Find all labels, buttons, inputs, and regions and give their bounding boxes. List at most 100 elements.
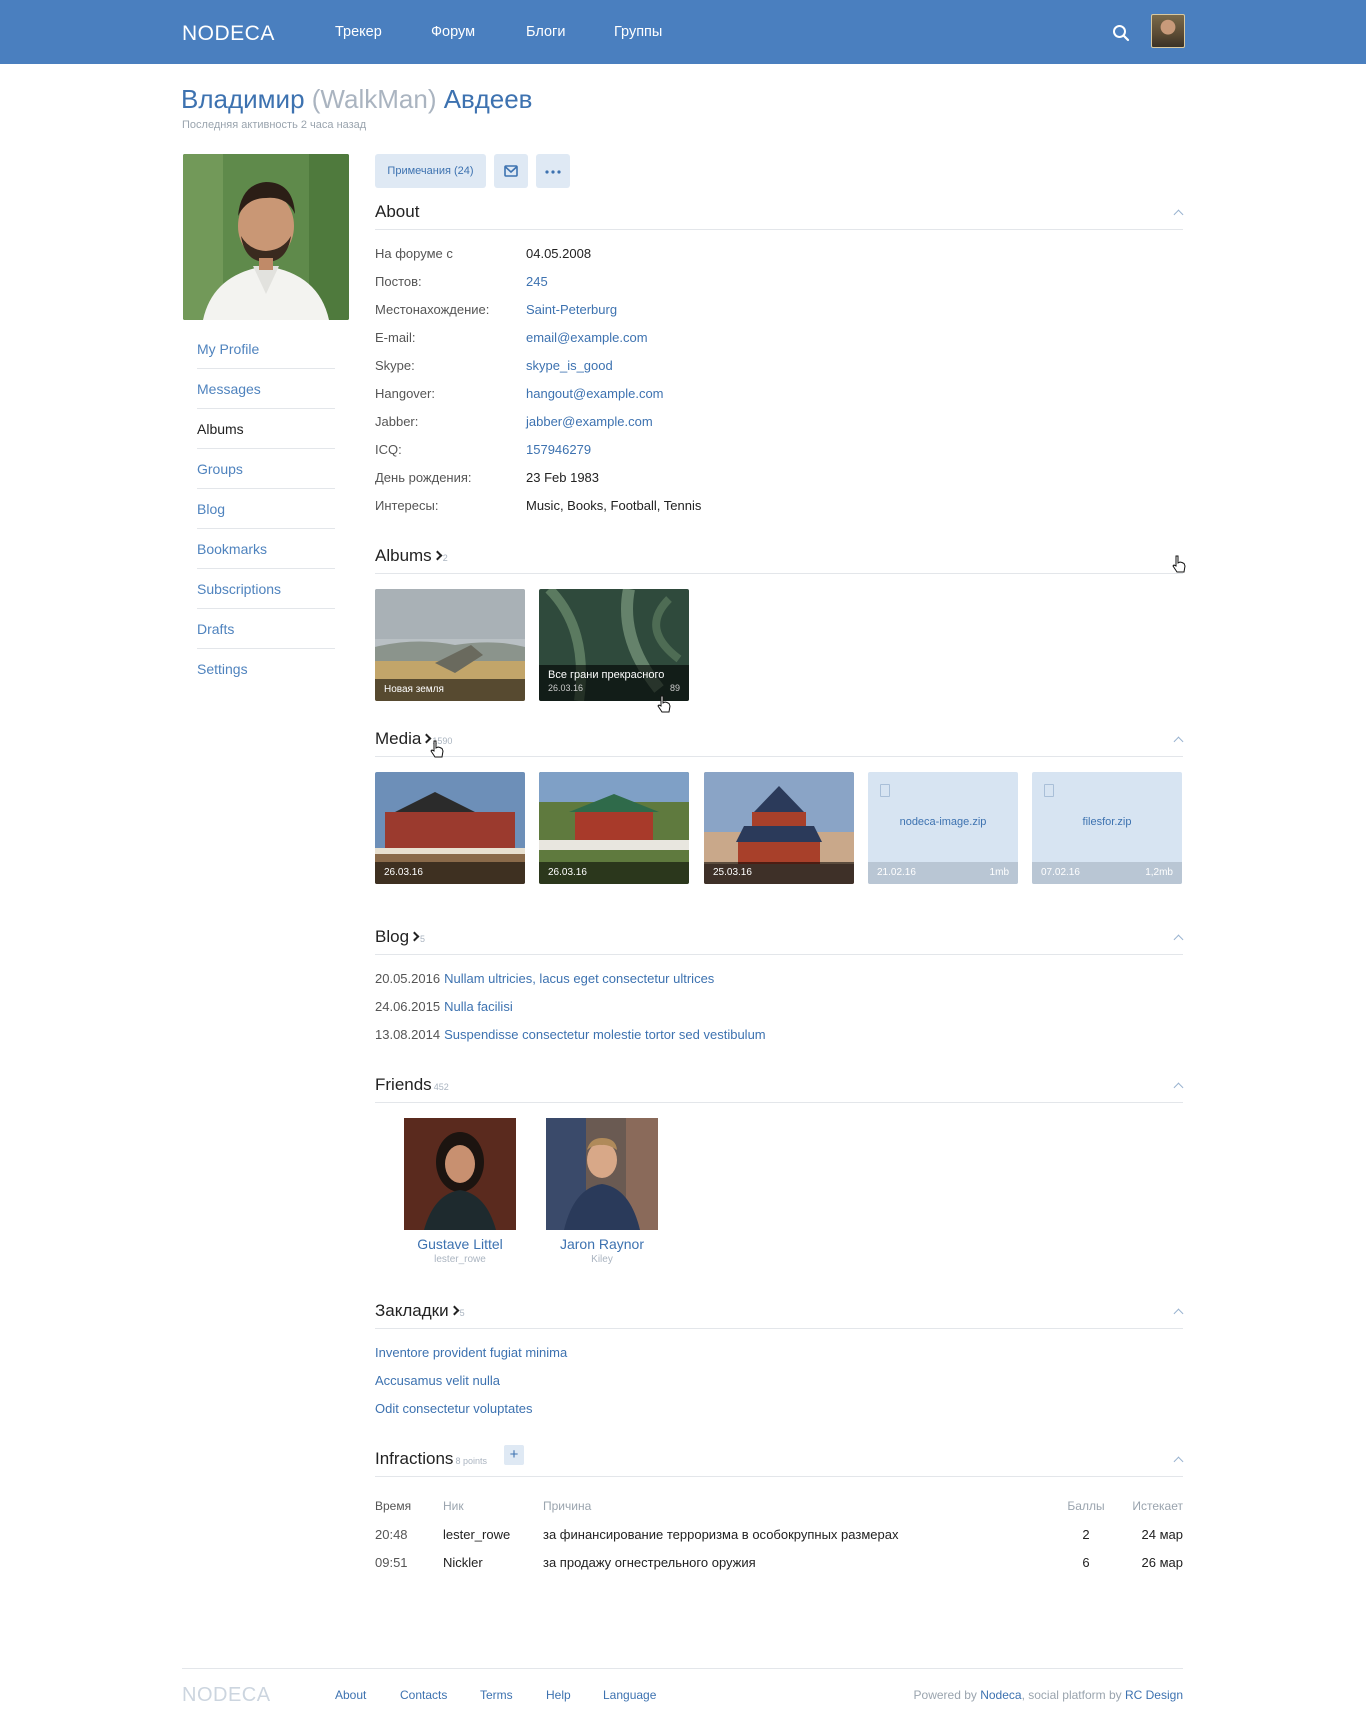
blog-post-row: 24.06.2015 Nulla facilisi [375, 999, 513, 1027]
site-logo[interactable]: NODECA [182, 22, 275, 46]
about-key: На форуме с [375, 246, 453, 261]
search-icon[interactable] [1112, 24, 1130, 42]
about-value-link[interactable]: jabber@example.com [526, 414, 653, 429]
table-header-row: Время Ник Причина Баллы Истекает [375, 1492, 1183, 1520]
more-button[interactable] [536, 154, 570, 188]
media-thumb[interactable]: 26.03.16 [375, 772, 525, 884]
sidebar-item-bookmarks[interactable]: Bookmarks [197, 529, 335, 569]
nav-tracker[interactable]: Трекер [335, 24, 382, 40]
add-infraction-button[interactable]: + [504, 1445, 524, 1465]
blog-post-link[interactable]: Nullam ultricies, lacus eget consectetur… [444, 971, 714, 986]
friend-card[interactable]: Gustave Littel lester_rowe [390, 1118, 530, 1265]
chevron-right-icon [409, 931, 420, 942]
sidebar-item-my-profile[interactable]: My Profile [197, 329, 335, 369]
about-key: Skype: [375, 358, 415, 373]
about-value-link[interactable]: Saint-Peterburg [526, 302, 617, 317]
profile-photo[interactable] [183, 154, 349, 320]
chevron-right-icon [432, 550, 443, 561]
friend-name[interactable]: Jaron Raynor [532, 1236, 672, 1252]
footer-logo[interactable]: NODECA [182, 1684, 271, 1707]
sidebar-item-groups[interactable]: Groups [197, 449, 335, 489]
collapse-about-icon[interactable] [1173, 208, 1183, 218]
blog-post-link[interactable]: Nulla facilisi [444, 999, 513, 1014]
nav-groups[interactable]: Группы [614, 24, 662, 40]
file-icon [1044, 784, 1054, 797]
file-date: 07.02.16 [1041, 867, 1080, 878]
nav-blogs[interactable]: Блоги [526, 24, 565, 40]
about-section-header: About [375, 200, 1183, 230]
bookmarks-title: Закладки [375, 1301, 449, 1320]
rc-design-link[interactable]: RC Design [1125, 1688, 1183, 1702]
message-button[interactable] [494, 154, 528, 188]
infractions-section-header: Infractions 8 points + [375, 1445, 1183, 1477]
footer-link-help[interactable]: Help [546, 1688, 571, 1702]
about-value-link[interactable]: 157946279 [526, 442, 591, 457]
footer-link-language[interactable]: Language [603, 1688, 656, 1702]
sidebar-item-settings[interactable]: Settings [197, 649, 335, 689]
sidebar-item-subscriptions[interactable]: Subscriptions [197, 569, 335, 609]
friend-name[interactable]: Gustave Littel [390, 1236, 530, 1252]
media-date: 26.03.16 [375, 862, 525, 884]
collapse-bookmarks-icon[interactable] [1173, 1307, 1183, 1317]
about-key: Постов: [375, 274, 422, 289]
collapse-blog-icon[interactable] [1173, 933, 1183, 943]
page-title: Владимир (WalkMan) Авдеев [181, 84, 532, 115]
user-avatar[interactable] [1151, 14, 1185, 48]
infractions-title-wrap: Infractions 8 points [375, 1449, 487, 1469]
blog-post-link[interactable]: Suspendisse consectetur molestie tortor … [444, 1027, 766, 1042]
sidebar-item-blog[interactable]: Blog [197, 489, 335, 529]
albums-title: Albums [375, 546, 432, 565]
album-thumb[interactable]: Новая земля [375, 589, 525, 701]
album-thumb[interactable]: Все грани прекрасного 26.03.16 89 [539, 589, 689, 701]
friend-avatar[interactable] [404, 1118, 516, 1230]
collapse-media-icon[interactable] [1173, 735, 1183, 745]
media-date: 25.03.16 [704, 862, 854, 884]
infraction-time: 09:51 [375, 1554, 408, 1570]
notes-button[interactable]: Примечания (24) [375, 154, 486, 188]
bookmarks-count: 5 [459, 1308, 465, 1318]
sidebar-item-albums[interactable]: Albums [197, 409, 335, 449]
about-value: 04.05.2008 [526, 246, 592, 261]
blog-post-row: 13.08.2014 Suspendisse consectetur molest… [375, 1027, 766, 1055]
collapse-friends-icon[interactable] [1173, 1081, 1183, 1091]
bookmark-link[interactable]: Inventore provident fugiat minima [375, 1345, 567, 1360]
media-thumb[interactable]: 25.03.16 [704, 772, 854, 884]
about-key: Hangover: [375, 386, 435, 401]
bookmarks-title-link[interactable]: Закладки 5 [375, 1301, 465, 1321]
friend-username: lester_rowe [434, 1254, 486, 1265]
blog-post-row: 20.05.2016 Nullam ultricies, lacus eget c… [375, 971, 714, 999]
friend-avatar[interactable] [546, 1118, 658, 1230]
media-thumb[interactable]: 26.03.16 [539, 772, 689, 884]
footer-link-terms[interactable]: Terms [480, 1688, 513, 1702]
about-value-link[interactable]: skype_is_good [526, 358, 613, 373]
collapse-infractions-icon[interactable] [1173, 1455, 1183, 1465]
about-value-link[interactable]: hangout@example.com [526, 386, 664, 401]
albums-title-link[interactable]: Albums 2 [375, 546, 448, 566]
blog-count: 5 [420, 934, 426, 944]
blog-title-link[interactable]: Blog 5 [375, 927, 425, 947]
nickname: (WalkMan) [311, 84, 437, 114]
infraction-nick-link[interactable]: lester_rowe [443, 1520, 543, 1548]
infraction-nick-link[interactable]: Nickler [443, 1548, 543, 1576]
hand-cursor-icon [1172, 555, 1186, 573]
about-title: About [375, 202, 420, 221]
friend-card[interactable]: Jaron Raynor Kiley [532, 1118, 672, 1265]
sidebar-item-drafts[interactable]: Drafts [197, 609, 335, 649]
media-file[interactable]: nodeca-image.zip 21.02.16 1mb [868, 772, 1018, 884]
file-meta: 07.02.16 1,2mb [1032, 862, 1182, 884]
blog-post-date: 24.06.2015 [375, 999, 441, 1014]
media-file[interactable]: filesfor.zip 07.02.16 1,2mb [1032, 772, 1182, 884]
sidebar-item-messages[interactable]: Messages [197, 369, 335, 409]
infraction-expires: 24 мар [1141, 1526, 1183, 1542]
file-size: 1,2mb [1145, 867, 1173, 878]
bookmark-link[interactable]: Accusamus velit nulla [375, 1373, 500, 1388]
nav-forum[interactable]: Форум [431, 24, 475, 40]
bookmark-link[interactable]: Odit consectetur voluptates [375, 1401, 533, 1416]
footer-link-contacts[interactable]: Contacts [400, 1688, 447, 1702]
about-value: 23 Feb 1983 [526, 470, 600, 485]
nodeca-link[interactable]: Nodeca [980, 1688, 1021, 1702]
about-value-link[interactable]: 245 [526, 274, 548, 289]
footer-link-about[interactable]: About [335, 1688, 366, 1702]
album-caption: Новая земля [375, 679, 525, 701]
about-value-link[interactable]: email@example.com [526, 330, 648, 345]
